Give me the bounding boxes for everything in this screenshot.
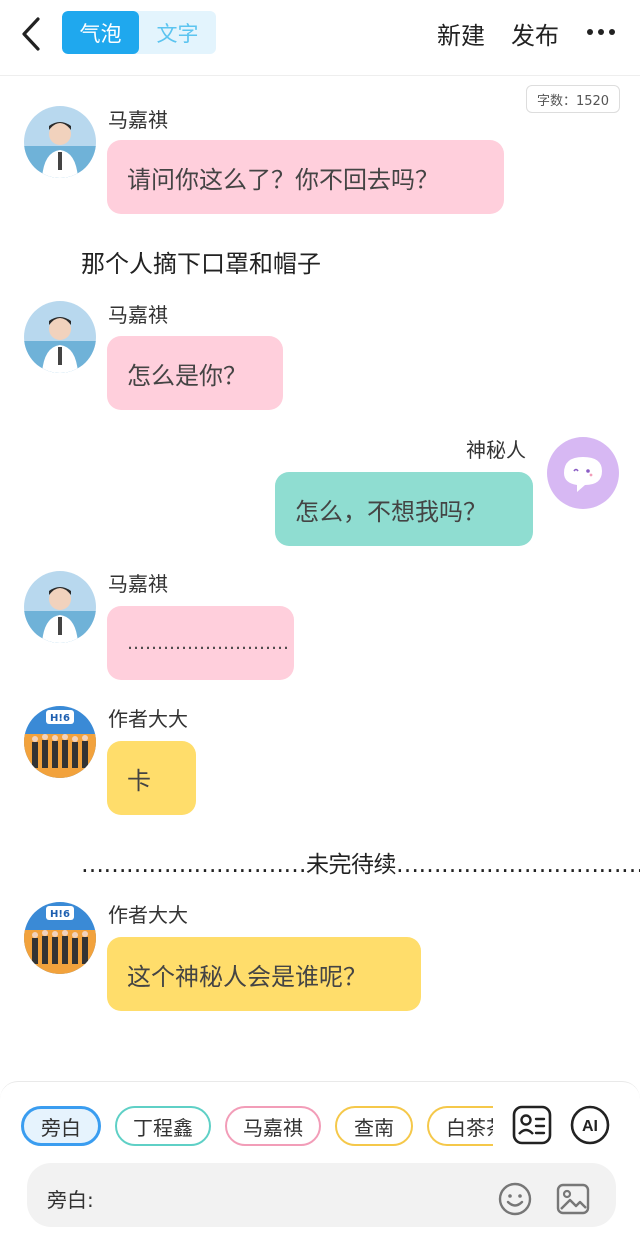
speaker-name: 作者大大 [108, 707, 188, 731]
speaker-name: 作者大大 [108, 903, 188, 927]
chat-bubble[interactable]: 请问你这么了？你不回去吗？ [107, 140, 504, 214]
word-count: 字数：1520 [526, 85, 620, 113]
publish-button[interactable]: 发布 [511, 16, 559, 51]
back-icon[interactable] [14, 14, 50, 54]
avatar[interactable] [24, 301, 96, 373]
speaker-name: 马嘉祺 [108, 303, 168, 327]
svg-text:H!6: H!6 [50, 909, 70, 920]
top-bar: 气泡 文字 新建 发布 [0, 0, 640, 76]
tab-bubble[interactable]: 气泡 [62, 11, 139, 54]
ghost-avatar[interactable] [547, 437, 619, 509]
emoji-icon[interactable] [497, 1181, 533, 1217]
avatar[interactable] [24, 106, 96, 178]
narration-text[interactable]: 那个人摘下口罩和帽子 [81, 244, 321, 279]
chat-bubble[interactable]: 怎么，不想我吗？ [275, 472, 533, 546]
character-chip[interactable]: 丁程鑫 [115, 1106, 211, 1146]
input-speaker-label: 旁白: [47, 1188, 94, 1212]
character-chip-narrator[interactable]: 旁白 [21, 1106, 101, 1146]
speaker-name: 马嘉祺 [108, 572, 168, 596]
tab-text[interactable]: 文字 [139, 11, 216, 54]
character-chip[interactable]: 马嘉祺 [225, 1106, 321, 1146]
narration-text[interactable]: …………………………未完待续…………………………… [81, 845, 640, 879]
chat-bubble[interactable]: 这个神秘人会是谁呢？ [107, 937, 421, 1011]
new-button[interactable]: 新建 [437, 16, 485, 51]
chat-bubble[interactable]: 卡 [107, 741, 196, 815]
avatar[interactable]: H!6 [24, 706, 96, 778]
mode-switch: 气泡 文字 [62, 11, 216, 54]
svg-text:H!6: H!6 [50, 713, 70, 724]
character-chip[interactable]: 白茶茶 [427, 1106, 493, 1146]
chat-bubble[interactable]: ……………………… [107, 606, 294, 680]
speaker-name: 神秘人 [466, 438, 526, 462]
speaker-name: 马嘉祺 [108, 108, 168, 132]
character-card-icon[interactable] [511, 1104, 553, 1146]
ai-icon[interactable]: AI [569, 1104, 611, 1146]
character-chip[interactable]: 查南 [335, 1106, 413, 1146]
svg-text:AI: AI [582, 1118, 598, 1135]
more-icon[interactable] [584, 22, 618, 42]
image-icon[interactable] [555, 1181, 591, 1217]
avatar[interactable]: H!6 [24, 902, 96, 974]
chat-bubble[interactable]: 怎么是你？ [107, 336, 283, 410]
avatar[interactable] [24, 571, 96, 643]
